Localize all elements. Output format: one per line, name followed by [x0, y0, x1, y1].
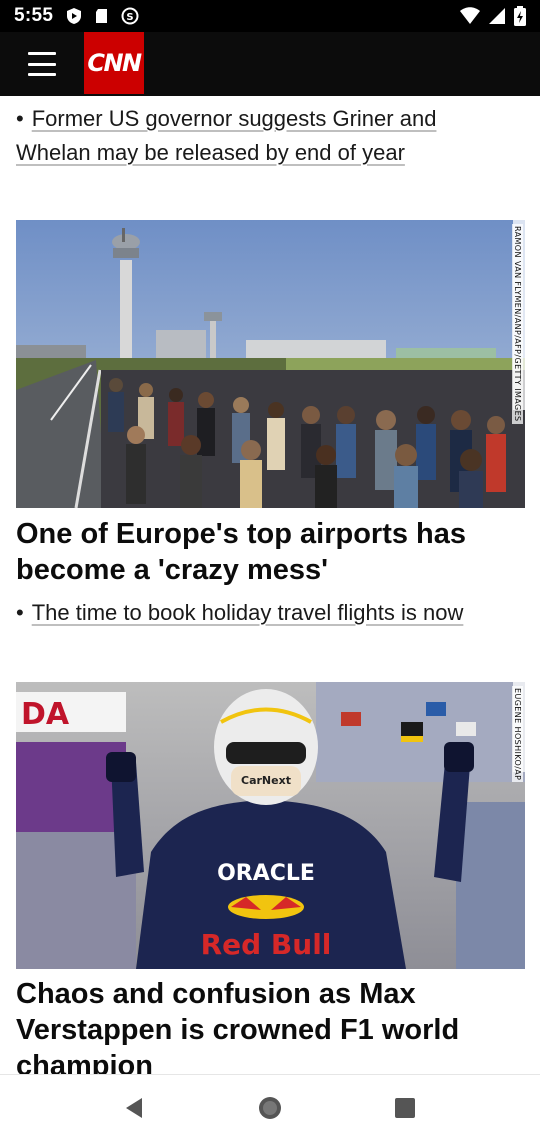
hamburger-menu-icon[interactable]: [28, 52, 56, 76]
back-icon[interactable]: [120, 1093, 150, 1123]
banner-sign-text: DA: [21, 697, 70, 732]
photo-credit: EUGENE HOSHIKO/AP: [512, 686, 523, 783]
play-protect-icon: [67, 8, 82, 24]
story-image-f1[interactable]: DA CarNext ORACLE Red Bull EUGENE HOSHIK…: [16, 682, 525, 969]
status-time: 5:55: [14, 5, 54, 26]
svg-text:S: S: [127, 12, 134, 23]
home-icon[interactable]: [255, 1093, 285, 1123]
f1-driver-photo: DA CarNext ORACLE Red Bull: [16, 682, 525, 969]
status-icons-right: [460, 6, 526, 26]
story-image-airport[interactable]: RAMON VAN FLYMEN/ANP/AFP/GETTY IMAGES: [16, 220, 525, 508]
logo-text: CNN: [87, 49, 142, 77]
sd-card-icon: [96, 9, 108, 23]
airport-photo: [16, 220, 525, 508]
system-nav-bar: [0, 1074, 540, 1140]
cut-off-link[interactable]: [16, 96, 476, 98]
battery-icon: [514, 6, 526, 26]
recents-icon[interactable]: [390, 1093, 420, 1123]
helmet-text: CarNext: [241, 774, 291, 787]
status-icons-left: S: [65, 7, 139, 25]
news-feed[interactable]: • Former US governor suggests Griner and …: [0, 96, 540, 1074]
story-headline[interactable]: One of Europe's top airports has become …: [16, 516, 526, 588]
status-bar: 5:55 S: [0, 0, 540, 32]
related-link[interactable]: • Former US governor suggests Griner and: [16, 102, 436, 136]
story-headline[interactable]: Chaos and confusion as Max Verstappen is…: [16, 976, 526, 1074]
suit-text-redbull: Red Bull: [201, 928, 332, 961]
related-link-continued[interactable]: Whelan may be released by end of year: [16, 136, 405, 170]
wifi-icon: [460, 7, 480, 24]
related-link[interactable]: • The time to book holiday travel flights…: [16, 596, 463, 630]
suit-text-oracle: ORACLE: [217, 861, 315, 886]
cnn-logo[interactable]: CNN: [84, 32, 144, 94]
app-header: CNN: [0, 32, 540, 96]
stop-icon: S: [121, 7, 139, 25]
photo-credit: RAMON VAN FLYMEN/ANP/AFP/GETTY IMAGES: [512, 224, 523, 424]
signal-icon: [489, 8, 505, 24]
